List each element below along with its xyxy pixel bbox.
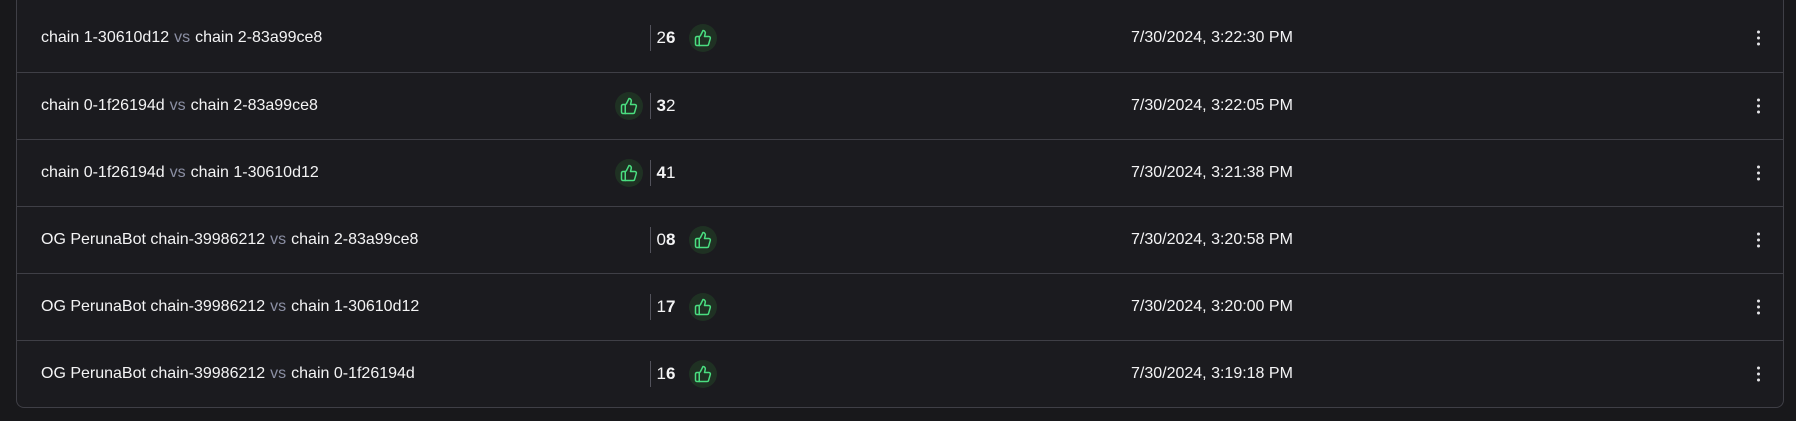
thumbs-up-icon (689, 24, 718, 52)
timestamp: 7/30/2024, 3:20:58 PM (1131, 231, 1293, 248)
right-score-cell: 6 (666, 24, 718, 52)
right-chain-name: chain 2-83a99ce8 (190, 97, 318, 114)
left-chain-name: OG PerunaBot chain-39986212 (41, 365, 266, 382)
right-score: 6 (666, 28, 676, 47)
right-score-cell: 8 (666, 226, 718, 254)
right-score: 1 (666, 163, 676, 182)
row-menu-icon[interactable] (1753, 165, 1763, 181)
table-row[interactable]: OG PerunaBot chain-39986212 vs chain 1-3… (17, 273, 1783, 340)
score-divider (650, 361, 651, 387)
matchup-name: OG PerunaBot chain-39986212 vs chain 1-3… (41, 298, 419, 316)
left-score-cell: 4 (614, 159, 666, 187)
row-menu-icon[interactable] (1753, 98, 1763, 114)
table-row[interactable]: OG PerunaBot chain-39986212 vs chain 0-1… (17, 340, 1783, 407)
right-chain-name: chain 0-1f26194d (291, 365, 415, 382)
left-score: 2 (656, 28, 666, 47)
table-row[interactable]: chain 0-1f26194d vs chain 2-83a99ce8 3 2… (17, 72, 1783, 139)
vs-label: vs (169, 164, 186, 181)
vs-label: vs (270, 231, 287, 248)
thumbs-up-icon (689, 226, 718, 254)
left-score-cell: 1 (657, 297, 666, 317)
thumbs-up-icon (689, 360, 718, 388)
matchup-name: OG PerunaBot chain-39986212 vs chain 2-8… (41, 231, 418, 249)
row-menu-icon[interactable] (1753, 30, 1763, 46)
score-divider (650, 93, 651, 119)
timestamp: 7/30/2024, 3:21:38 PM (1131, 164, 1293, 181)
right-chain-name: chain 2-83a99ce8 (291, 231, 419, 248)
vs-label: vs (169, 97, 186, 114)
left-score: 3 (656, 96, 666, 115)
row-menu-icon[interactable] (1753, 299, 1763, 315)
timestamp: 7/30/2024, 3:19:18 PM (1131, 365, 1293, 382)
left-chain-name: OG PerunaBot chain-39986212 (41, 298, 266, 315)
left-score: 0 (656, 230, 666, 249)
matchup-name: chain 1-30610d12 vs chain 2-83a99ce8 (41, 29, 322, 47)
left-score-cell: 3 (614, 92, 666, 120)
right-chain-name: chain 2-83a99ce8 (195, 29, 323, 46)
right-score-cell: 2 (666, 96, 675, 116)
left-score-cell: 2 (657, 28, 666, 48)
left-score: 1 (656, 364, 666, 383)
right-score: 6 (666, 364, 676, 383)
score-divider (650, 25, 651, 51)
timestamp: 7/30/2024, 3:20:00 PM (1131, 298, 1293, 315)
timestamp: 7/30/2024, 3:22:05 PM (1131, 97, 1293, 114)
thumbs-up-icon (614, 92, 643, 120)
timestamp: 7/30/2024, 3:22:30 PM (1131, 29, 1293, 46)
left-score-cell: 1 (657, 364, 666, 384)
table-row[interactable]: chain 1-30610d12 vs chain 2-83a99ce8 2 6… (17, 0, 1783, 72)
left-score-cell: 0 (657, 230, 666, 250)
right-score-cell: 1 (666, 163, 675, 183)
right-score-cell: 7 (666, 293, 718, 321)
left-chain-name: chain 0-1f26194d (41, 164, 165, 181)
right-chain-name: chain 1-30610d12 (190, 164, 319, 181)
matchup-name: chain 0-1f26194d vs chain 2-83a99ce8 (41, 97, 318, 115)
right-score-cell: 6 (666, 360, 718, 388)
score-divider (650, 294, 651, 320)
score-divider (650, 160, 651, 186)
vs-label: vs (270, 298, 287, 315)
right-chain-name: chain 1-30610d12 (291, 298, 420, 315)
table-row[interactable]: OG PerunaBot chain-39986212 vs chain 2-8… (17, 206, 1783, 273)
row-menu-icon[interactable] (1753, 232, 1763, 248)
left-score: 1 (656, 297, 666, 316)
comparison-table: chain 1-30610d12 vs chain 2-83a99ce8 2 6… (16, 0, 1784, 408)
row-menu-icon[interactable] (1753, 366, 1763, 382)
right-score: 8 (666, 230, 676, 249)
table-row[interactable]: chain 0-1f26194d vs chain 1-30610d12 4 1… (17, 139, 1783, 206)
left-score: 4 (656, 163, 666, 182)
matchup-name: OG PerunaBot chain-39986212 vs chain 0-1… (41, 365, 415, 383)
score-divider (650, 227, 651, 253)
left-chain-name: OG PerunaBot chain-39986212 (41, 231, 266, 248)
vs-label: vs (270, 365, 287, 382)
left-chain-name: chain 1-30610d12 (41, 29, 170, 46)
matchup-name: chain 0-1f26194d vs chain 1-30610d12 (41, 164, 319, 182)
right-score: 7 (666, 297, 676, 316)
thumbs-up-icon (614, 159, 643, 187)
vs-label: vs (174, 29, 191, 46)
thumbs-up-icon (689, 293, 718, 321)
right-score: 2 (666, 96, 676, 115)
left-chain-name: chain 0-1f26194d (41, 97, 165, 114)
